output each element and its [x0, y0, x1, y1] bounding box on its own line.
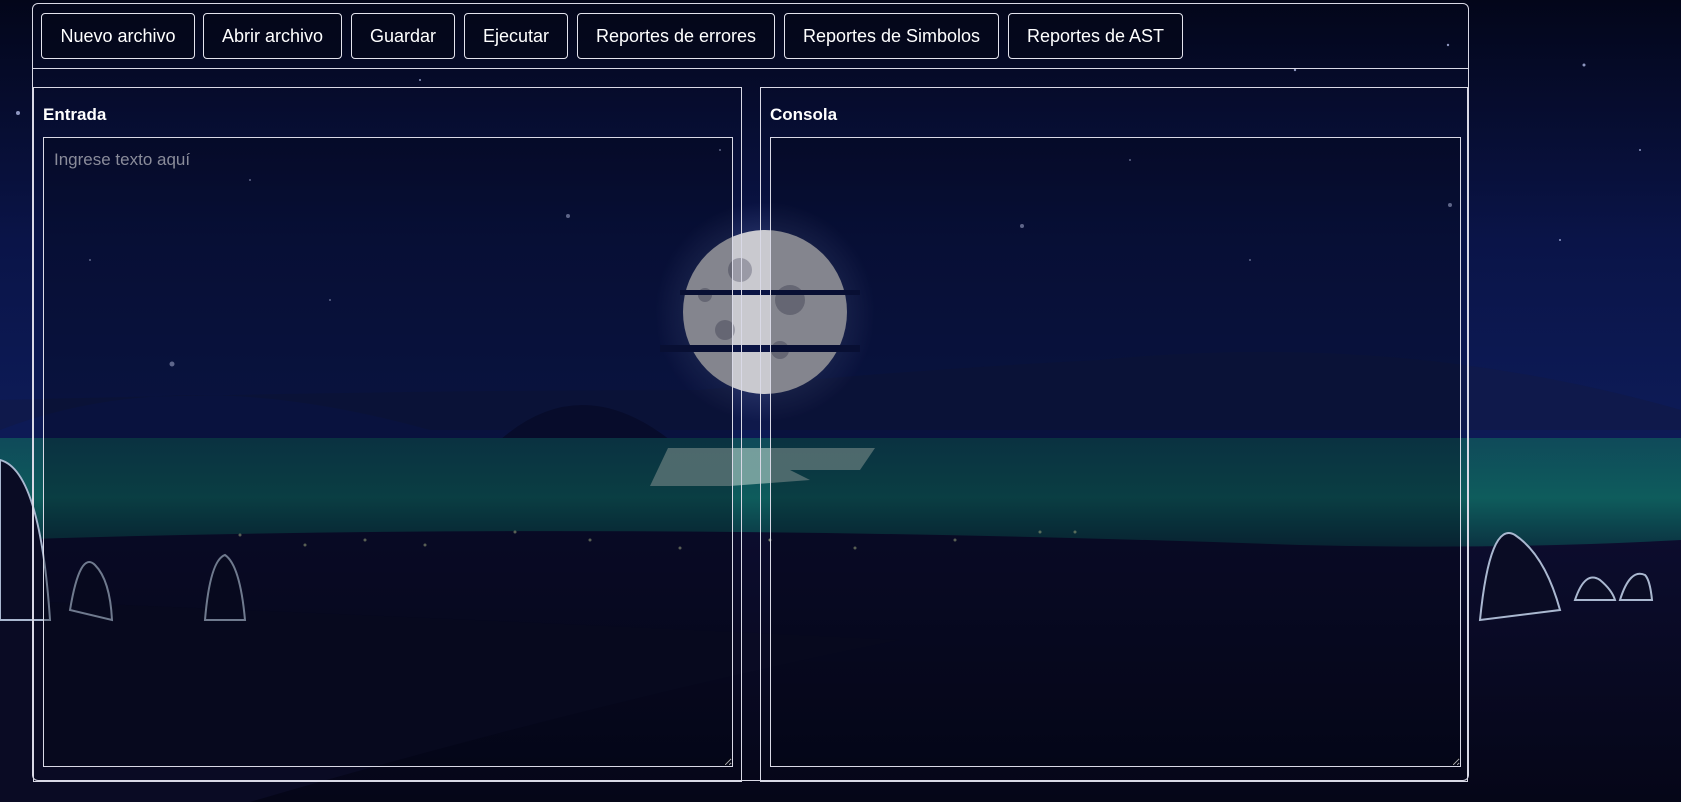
- input-panel: Entrada: [33, 87, 742, 782]
- input-editor[interactable]: [43, 137, 733, 767]
- app-window: Nuevo archivo Abrir archivo Guardar Ejec…: [32, 3, 1469, 782]
- console-panel: Consola: [760, 87, 1468, 782]
- error-reports-button[interactable]: Reportes de errores: [577, 13, 775, 59]
- new-file-button[interactable]: Nuevo archivo: [41, 13, 195, 59]
- symbol-reports-button[interactable]: Reportes de Simbolos: [784, 13, 999, 59]
- run-button[interactable]: Ejecutar: [464, 13, 568, 59]
- input-panel-title: Entrada: [43, 105, 107, 124]
- console-panel-title: Consola: [770, 105, 838, 124]
- save-button[interactable]: Guardar: [351, 13, 455, 59]
- console-output[interactable]: [770, 137, 1461, 767]
- ast-reports-button[interactable]: Reportes de AST: [1008, 13, 1183, 59]
- toolbar: Nuevo archivo Abrir archivo Guardar Ejec…: [33, 4, 1468, 69]
- open-file-button[interactable]: Abrir archivo: [203, 13, 342, 59]
